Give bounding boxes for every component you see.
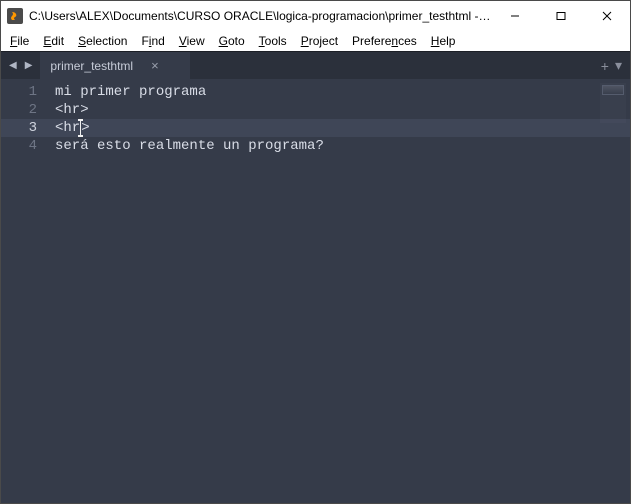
line-number: 2	[1, 101, 37, 119]
maximize-button[interactable]	[538, 1, 584, 31]
code-line: <hr>	[55, 101, 630, 119]
menu-file[interactable]: File	[3, 33, 36, 49]
menu-project[interactable]: Project	[294, 33, 345, 49]
code-line: mi primer programa	[55, 83, 630, 101]
app-icon	[7, 8, 23, 24]
tab-menu-button[interactable]: ▾	[615, 57, 622, 74]
menu-help[interactable]: Help	[424, 33, 463, 49]
menu-goto[interactable]: Goto	[212, 33, 252, 49]
menu-tools[interactable]: Tools	[252, 33, 294, 49]
titlebar: C:\Users\ALEX\Documents\CURSO ORACLE\log…	[1, 1, 630, 31]
window-controls	[492, 1, 630, 31]
new-tab-button[interactable]: +	[601, 58, 609, 74]
menu-preferences[interactable]: Preferences	[345, 33, 424, 49]
line-number: 4	[1, 137, 37, 155]
minimize-icon	[510, 11, 520, 21]
editor[interactable]: 1 2 3 4 mi primer programa <hr> <hr> ser…	[1, 79, 630, 503]
tab-right-controls: + ▾	[601, 52, 630, 79]
text-cursor	[80, 120, 81, 136]
close-button[interactable]	[584, 1, 630, 31]
maximize-icon	[556, 11, 566, 21]
tab-row: ◀ ▶ primer_testhtml × + ▾	[1, 51, 630, 79]
menubar: File Edit Selection Find View Goto Tools…	[1, 31, 630, 51]
line-number: 3	[1, 119, 47, 137]
gutter: 1 2 3 4	[1, 79, 47, 503]
minimize-button[interactable]	[492, 1, 538, 31]
tab-nav-right-icon[interactable]: ▶	[23, 58, 35, 73]
menu-view[interactable]: View	[172, 33, 212, 49]
tab-nav-left-icon[interactable]: ◀	[7, 58, 19, 73]
window-title: C:\Users\ALEX\Documents\CURSO ORACLE\log…	[29, 9, 492, 23]
menu-find[interactable]: Find	[134, 33, 171, 49]
line-number: 1	[1, 83, 37, 101]
tab-spacer	[190, 52, 600, 79]
menu-edit[interactable]: Edit	[36, 33, 71, 49]
tab-primer-testhtml[interactable]: primer_testhtml ×	[40, 52, 190, 79]
code-line: será esto realmente un programa?	[55, 137, 630, 155]
tab-close-icon[interactable]: ×	[151, 58, 159, 73]
minimap-viewport-icon	[602, 85, 624, 95]
app-window: C:\Users\ALEX\Documents\CURSO ORACLE\log…	[0, 0, 631, 504]
code-area[interactable]: mi primer programa <hr> <hr> será esto r…	[47, 79, 630, 503]
close-icon	[602, 11, 612, 21]
code-line: <hr>	[47, 119, 630, 137]
menu-selection[interactable]: Selection	[71, 33, 134, 49]
tab-nav-arrows: ◀ ▶	[1, 52, 40, 79]
tab-label: primer_testhtml	[50, 59, 133, 73]
